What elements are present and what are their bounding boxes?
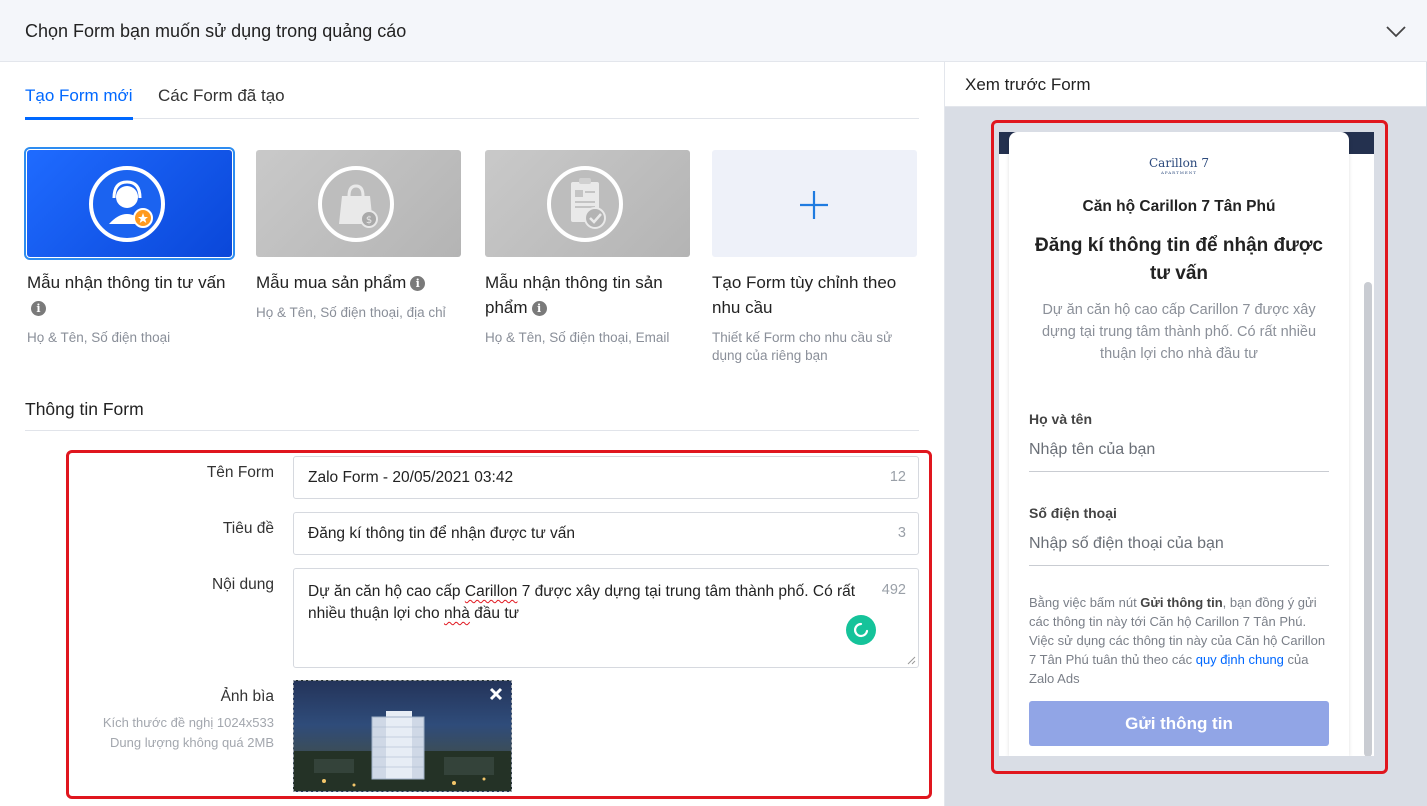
section-title-form-info: Thông tin Form [25, 399, 144, 419]
template-card-custom[interactable]: Tạo Form tùy chỉnh theo nhu cầu Thiết kế… [712, 150, 917, 365]
info-icon[interactable]: i [410, 276, 426, 291]
template-desc: Họ & Tên, Số điện thoại, địa chỉ [256, 305, 446, 320]
info-icon[interactable]: i [31, 301, 46, 316]
support-agent-icon [89, 166, 165, 242]
tab-bar: Tạo Form mới Các Form đã tạo [25, 84, 919, 120]
template-thumbnail [485, 150, 690, 257]
plus-icon [800, 191, 828, 219]
preview-title: Xem trước Form [965, 75, 1091, 94]
clipboard-check-icon [547, 166, 623, 242]
template-card-purchase[interactable]: $ Mẫu mua sản phẩm i Họ & Tên, Số điện th… [256, 150, 461, 322]
highlight-box-form-info [66, 450, 932, 799]
form-editor-panel: Tạo Form mới Các Form đã tạo Mẫu nhận th… [0, 62, 944, 806]
chevron-down-icon[interactable] [1385, 20, 1407, 42]
template-desc: Họ & Tên, Số điện thoại, Email [485, 330, 670, 345]
preview-header: Xem trước Form [945, 62, 1426, 107]
template-title: Mẫu nhận thông tin sản phẩm i [485, 273, 663, 317]
shopping-bag-icon: $ [318, 166, 394, 242]
tab-created-forms[interactable]: Các Form đã tạo [158, 86, 285, 106]
template-title: Tạo Form tùy chỉnh theo nhu cầu [712, 273, 897, 317]
divider [25, 430, 919, 431]
template-card-consult[interactable]: Mẫu nhận thông tin tư vấni Họ & Tên, Số … [24, 147, 235, 347]
preview-panel: Xem trước Form Carillon 7 APARTMENT Căn … [944, 62, 1427, 806]
tab-new-form[interactable]: Tạo Form mới [25, 86, 133, 120]
template-thumbnail [24, 147, 235, 260]
template-desc: Họ & Tên, Số điện thoại [27, 330, 171, 345]
header-title: Chọn Form bạn muốn sử dụng trong quảng c… [25, 21, 407, 41]
section-header[interactable]: Chọn Form bạn muốn sử dụng trong quảng c… [0, 0, 1427, 62]
template-desc: Thiết kế Form cho nhu cầu sử dụng của ri… [712, 330, 893, 363]
info-icon[interactable]: i [531, 301, 547, 316]
template-thumbnail [712, 150, 917, 257]
svg-text:$: $ [366, 215, 372, 226]
template-thumbnail: $ [256, 150, 461, 257]
template-card-product-info[interactable]: Mẫu nhận thông tin sản phẩm i Họ & Tên, S… [485, 150, 690, 347]
template-title: Mẫu nhận thông tin tư vấni [27, 273, 226, 316]
template-title: Mẫu mua sản phẩm i [256, 270, 461, 295]
highlight-box-preview [991, 120, 1388, 774]
